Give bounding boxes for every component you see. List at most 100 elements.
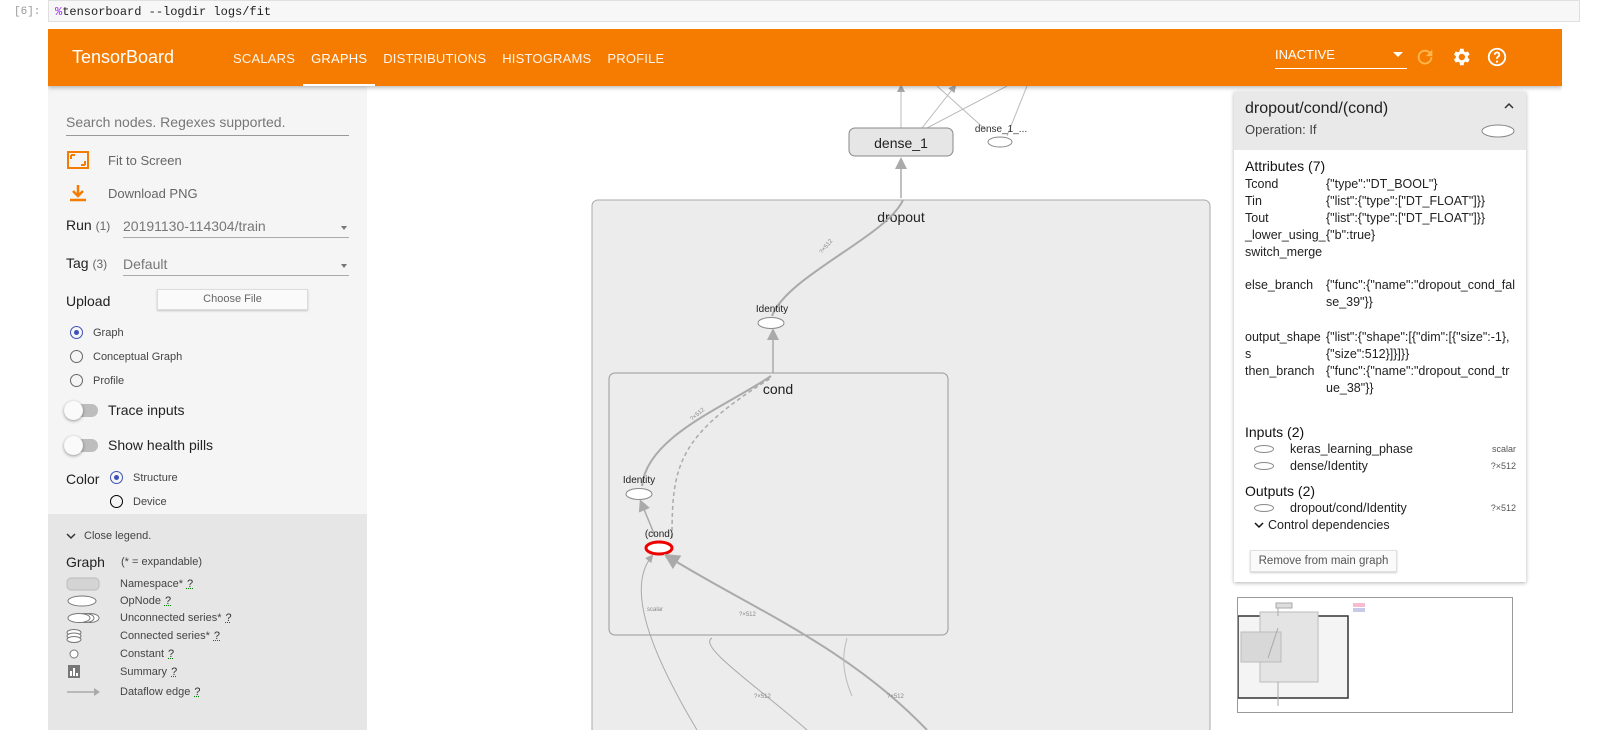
- node-dense-1-small-label: dense_1_...: [975, 124, 1027, 135]
- tag-label: Tag (3): [66, 255, 107, 271]
- chevron-up-icon[interactable]: [1504, 102, 1514, 110]
- search-placeholder: Search nodes. Regexes supported.: [66, 114, 286, 130]
- run-count: (1): [95, 219, 111, 233]
- legend-item-unconnected: Unconnected series*?: [66, 611, 232, 625]
- node-identity-outer-label: Identity: [756, 304, 788, 315]
- chevron-down-icon: [341, 226, 347, 230]
- radio-device-label: Device: [133, 495, 167, 508]
- radio-circle: [70, 326, 83, 339]
- brand-title: TensorBoard: [72, 47, 175, 67]
- input-shape: scalar: [1491, 444, 1516, 454]
- radio-structure-label: Structure: [133, 471, 178, 484]
- run-label: Run (1): [66, 217, 110, 233]
- plugin-select-value: INACTIVE: [1275, 47, 1335, 62]
- attr-value: {"type":"DT_BOOL"}: [1326, 177, 1438, 191]
- attr-tout: Tout {"list":{"type":["DT_FLOAT"]}}: [1245, 210, 1520, 227]
- attr-value: {"list":{"shape":[{"dim":[{"size":-1},{"…: [1326, 330, 1510, 361]
- control-dependencies-toggle[interactable]: Control dependencies: [1254, 518, 1516, 532]
- close-legend-button[interactable]: Close legend.: [66, 530, 151, 542]
- radio-profile[interactable]: Profile: [70, 374, 124, 387]
- tab-distributions[interactable]: DISTRIBUTIONS: [375, 29, 494, 86]
- radio-profile-label: Profile: [93, 374, 125, 387]
- tab-profile[interactable]: PROFILE: [599, 29, 672, 86]
- opnode-symbol: [66, 594, 102, 608]
- chevron-down-icon: [66, 533, 76, 540]
- download-png-label: Download PNG: [108, 185, 198, 201]
- health-pills-label: Show health pills: [108, 437, 214, 453]
- radio-conceptual-graph[interactable]: Conceptual Graph: [70, 350, 182, 363]
- help-icon[interactable]: [1486, 46, 1508, 68]
- tag-select-value: Default: [123, 256, 168, 272]
- download-png-button[interactable]: Download PNG: [66, 184, 198, 202]
- legend-item-namespace: Namespace*?: [66, 577, 193, 591]
- trace-inputs-label: Trace inputs: [108, 402, 185, 418]
- legend-label: Unconnected series*: [120, 612, 222, 624]
- attr-key: else_branch: [1245, 278, 1314, 292]
- attr-tcond: Tcond {"type":"DT_BOOL"}: [1245, 176, 1520, 193]
- attr-else-branch: else_branch {"func":{"name":"dropout_cond…: [1245, 277, 1520, 311]
- opnode-icon: [1254, 462, 1274, 470]
- input-name: dense/Identity: [1290, 459, 1368, 473]
- fit-screen-icon: [67, 151, 89, 169]
- tag-select[interactable]: Default: [123, 256, 349, 276]
- plugin-select[interactable]: INACTIVE: [1275, 47, 1407, 69]
- choose-file-button[interactable]: Choose File: [157, 289, 308, 310]
- cell-prompt: [6]:: [14, 6, 41, 18]
- help-link[interactable]: ?: [165, 595, 171, 607]
- attr-value: {"b":true}: [1326, 228, 1376, 242]
- search-input[interactable]: Search nodes. Regexes supported.: [66, 114, 349, 136]
- health-pills-toggle[interactable]: Show health pills: [64, 435, 214, 455]
- help-link[interactable]: ?: [168, 648, 174, 660]
- run-select-value: 20191130-114304/train: [123, 218, 266, 234]
- radio-circle: [70, 374, 83, 387]
- fit-to-screen-label: Fit to Screen: [108, 152, 182, 168]
- tab-histograms[interactable]: HISTOGRAMS: [494, 29, 599, 86]
- radio-graph-label: Graph: [93, 326, 124, 339]
- legend-label: Constant: [120, 648, 165, 660]
- code-input[interactable]: %tensorboard --logdir logs/fit: [48, 0, 1580, 22]
- input-shape: ?×512: [1490, 461, 1516, 471]
- namespace-cond-label: cond: [763, 381, 793, 397]
- input-item[interactable]: dense/Identity ?×512: [1254, 459, 1516, 473]
- node-dense-1-small[interactable]: dense_1_...: [975, 124, 1027, 148]
- fit-to-screen-button[interactable]: Fit to Screen: [66, 151, 182, 169]
- help-link[interactable]: ?: [171, 666, 177, 678]
- edge-label: ?×512: [739, 612, 757, 618]
- node-info-title: dropout/cond/(cond): [1245, 100, 1389, 117]
- attr-tin: Tin {"list":{"type":["DT_FLOAT"]}}: [1245, 193, 1520, 210]
- tab-scalars[interactable]: SCALARS: [225, 29, 303, 86]
- node-dense-1[interactable]: dense_1: [848, 127, 954, 157]
- legend-label: Namespace*: [120, 578, 183, 590]
- remove-from-graph-button[interactable]: Remove from main graph: [1250, 550, 1397, 572]
- help-link[interactable]: ?: [226, 612, 232, 624]
- radio-device[interactable]: Device: [110, 495, 167, 508]
- output-item[interactable]: dropout/cond/Identity ?×512: [1254, 501, 1516, 515]
- minimap[interactable]: [1237, 597, 1513, 713]
- tab-graphs[interactable]: GRAPHS: [303, 29, 376, 86]
- namespace-cond[interactable]: cond: [608, 372, 949, 636]
- refresh-icon[interactable]: [1414, 46, 1436, 68]
- help-link[interactable]: ?: [194, 686, 200, 698]
- toggle-knob: [64, 400, 83, 420]
- tag-label-text: Tag: [66, 255, 89, 271]
- help-link[interactable]: ?: [214, 630, 220, 642]
- legend-title: Graph: [66, 554, 105, 570]
- radio-graph[interactable]: Graph: [70, 326, 124, 339]
- minimap-legend-swatch: [1353, 603, 1365, 607]
- help-link[interactable]: ?: [187, 578, 193, 590]
- legend-label: Summary: [120, 666, 168, 678]
- legend-item-connected: Connected series*?: [66, 629, 220, 643]
- trace-inputs-toggle[interactable]: Trace inputs: [64, 400, 185, 420]
- tag-count: (3): [92, 257, 108, 271]
- sidebar: Search nodes. Regexes supported. Fit to …: [48, 86, 367, 730]
- radio-structure[interactable]: Structure: [110, 471, 178, 484]
- gear-icon[interactable]: [1450, 46, 1472, 68]
- node-dense-1-label: dense_1: [874, 135, 928, 151]
- attr-output-shapes: output_shapes{"list":{"shape":[{"dim":[{…: [1245, 329, 1520, 363]
- legend-panel: Close legend. Graph (* = expandable) Nam…: [48, 514, 367, 730]
- run-select[interactable]: 20191130-114304/train: [123, 218, 349, 238]
- input-item[interactable]: keras_learning_phase scalar: [1254, 442, 1516, 456]
- chevron-down-icon: [341, 264, 347, 268]
- attr-key: output_shapes: [1245, 330, 1321, 361]
- toggle-knob: [64, 435, 83, 455]
